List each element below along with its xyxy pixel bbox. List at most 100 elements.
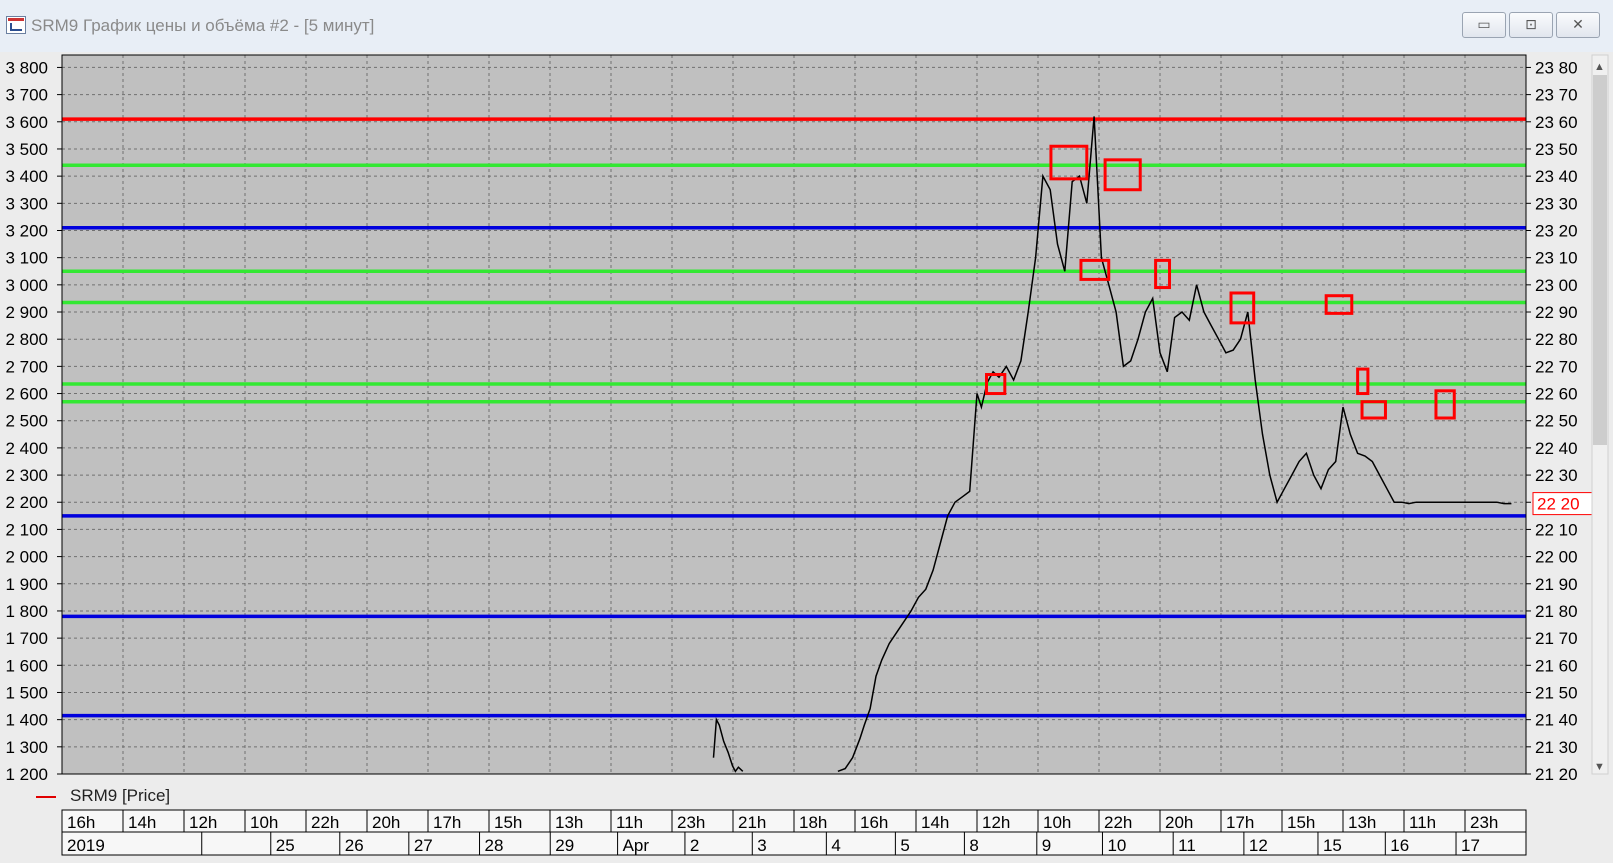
date-label: 3 (757, 836, 766, 855)
scroll-down-icon: ▼ (1594, 761, 1605, 773)
left-axis-label: 2 100 (5, 520, 48, 539)
left-axis-label: 3 800 (5, 58, 48, 77)
date-label: 9 (1042, 836, 1051, 855)
right-axis-label: 22 00 (1535, 548, 1578, 567)
time-label: 20h (372, 813, 400, 832)
left-axis-label: 1 300 (5, 738, 48, 757)
left-axis-label: 1 600 (5, 656, 48, 675)
right-axis-label: 23 10 (1535, 249, 1578, 268)
date-label: Apr (623, 836, 650, 855)
time-label: 11h (1409, 813, 1436, 832)
right-axis-label: 21 60 (1535, 656, 1578, 675)
left-axis-label: 3 700 (5, 86, 48, 105)
time-label: 11h (616, 813, 643, 832)
time-label: 18h (799, 813, 827, 832)
time-label: 17h (1226, 813, 1254, 832)
scroll-up-icon: ▲ (1594, 61, 1605, 73)
date-label: 26 (345, 836, 364, 855)
left-axis-label: 1 400 (5, 711, 48, 730)
plot-background (62, 55, 1526, 774)
last-price-label: 22 20 (1537, 495, 1580, 514)
left-axis-label: 1 200 (5, 765, 48, 784)
right-axis-label: 21 40 (1535, 711, 1578, 730)
date-label: 8 (969, 836, 978, 855)
legend-swatch (36, 796, 56, 798)
time-label: 10h (250, 813, 278, 832)
right-axis-label: 21 90 (1535, 575, 1578, 594)
time-label: 23h (1470, 813, 1498, 832)
left-axis-label: 1 800 (5, 602, 48, 621)
time-label: 14h (921, 813, 949, 832)
price-chart[interactable]: 3 800 23 80 3 700 23 70 3 600 23 60 3 500 23 50… (0, 0, 1613, 863)
time-label: 16h (860, 813, 888, 832)
date-label: 16 (1390, 836, 1409, 855)
time-label: 17h (433, 813, 461, 832)
right-axis-label: 21 30 (1535, 738, 1578, 757)
left-axis-label: 3 200 (5, 221, 48, 240)
time-label: 15h (1287, 813, 1315, 832)
left-axis-label: 3 300 (5, 194, 48, 213)
left-axis-label: 2 300 (5, 466, 48, 485)
date-label: 15 (1323, 836, 1342, 855)
right-axis-label: 21 70 (1535, 629, 1578, 648)
legend-label: SRM9 [Price] (70, 786, 171, 805)
scrollbar-thumb (1593, 75, 1607, 445)
right-axis-label: 23 30 (1535, 194, 1578, 213)
time-label: 15h (494, 813, 522, 832)
left-axis-label: 3 100 (5, 249, 48, 268)
left-axis-label: 3 500 (5, 140, 48, 159)
right-axis-label: 23 20 (1535, 221, 1578, 240)
time-label: 22h (1104, 813, 1132, 832)
date-label: 11 (1178, 836, 1196, 855)
date-label: 4 (831, 836, 840, 855)
right-axis-label: 21 20 (1535, 765, 1578, 784)
date-label: 25 (276, 836, 295, 855)
right-axis-label: 23 70 (1535, 86, 1578, 105)
left-axis-label: 1 500 (5, 683, 48, 702)
time-label: 12h (189, 813, 217, 832)
left-axis-label: 1 900 (5, 575, 48, 594)
date-label: 5 (900, 836, 909, 855)
left-axis-label: 2 800 (5, 330, 48, 349)
date-label: 28 (485, 836, 504, 855)
time-label: 22h (311, 813, 339, 832)
date-label: 2 (690, 836, 699, 855)
time-label: 12h (982, 813, 1010, 832)
left-axis-label: 3 000 (5, 276, 48, 295)
right-axis-label: 23 00 (1535, 276, 1578, 295)
left-axis-label: 2 700 (5, 357, 48, 376)
left-axis-label: 3 600 (5, 113, 48, 132)
left-axis-label: 2 600 (5, 385, 48, 404)
date-label: 12 (1249, 836, 1268, 855)
time-label: 13h (1348, 813, 1376, 832)
chart-window: SRM9 График цены и объёма #2 - [5 минут]… (0, 0, 1613, 863)
date-label: 27 (414, 836, 433, 855)
right-axis-label: 22 60 (1535, 385, 1578, 404)
right-axis-label: 22 40 (1535, 439, 1578, 458)
right-axis-label: 21 50 (1535, 683, 1578, 702)
left-axis-label: 3 400 (5, 167, 48, 186)
time-label: 10h (1043, 813, 1071, 832)
right-axis-label: 22 80 (1535, 330, 1578, 349)
time-label: 13h (555, 813, 583, 832)
right-axis-label: 22 90 (1535, 303, 1578, 322)
time-label: 20h (1165, 813, 1193, 832)
time-label: 23h (677, 813, 705, 832)
date-label: 17 (1461, 836, 1480, 855)
date-label: 29 (555, 836, 574, 855)
right-axis-label: 22 70 (1535, 357, 1578, 376)
left-axis-label: 2 000 (5, 548, 48, 567)
time-label: 21h (738, 813, 766, 832)
right-axis-label: 23 40 (1535, 167, 1578, 186)
time-label: 14h (128, 813, 156, 832)
right-axis-label: 21 80 (1535, 602, 1578, 621)
left-axis-label: 2 900 (5, 303, 48, 322)
right-axis-label: 22 30 (1535, 466, 1578, 485)
left-axis-label: 2 400 (5, 439, 48, 458)
right-axis-label: 23 50 (1535, 140, 1578, 159)
time-label: 16h (67, 813, 95, 832)
date-label: 10 (1107, 836, 1126, 855)
right-axis-label: 23 80 (1535, 58, 1578, 77)
right-axis-label: 23 60 (1535, 113, 1578, 132)
right-axis-label: 22 10 (1535, 520, 1578, 539)
